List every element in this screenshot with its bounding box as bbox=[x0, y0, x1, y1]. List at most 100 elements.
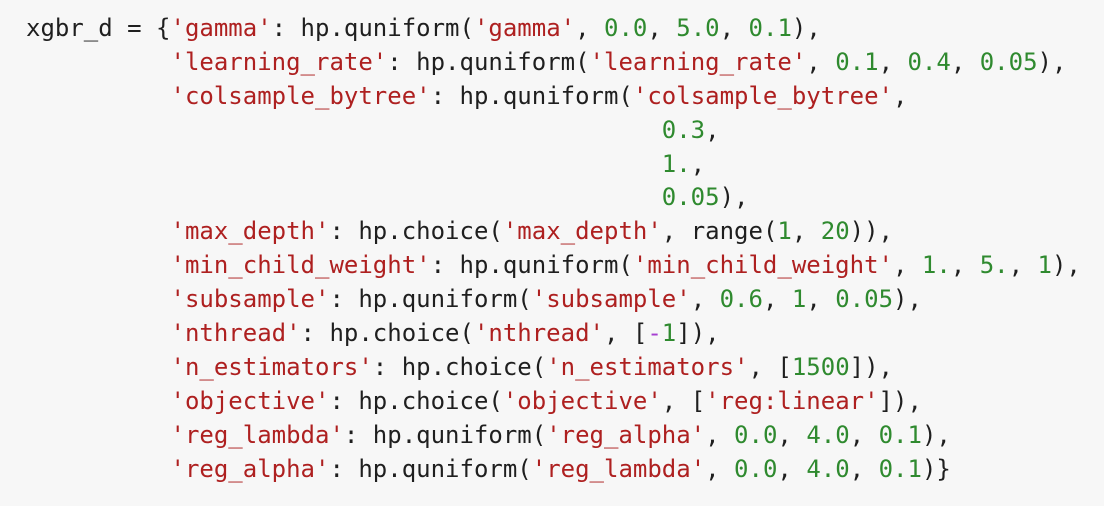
code-text: )), bbox=[849, 217, 894, 246]
code-text: : hp.quniform( bbox=[271, 14, 474, 42]
number-token: 0.6 bbox=[719, 285, 763, 314]
code-text: , range( bbox=[661, 217, 778, 246]
code-text: , bbox=[777, 454, 807, 483]
code-text: , bbox=[950, 251, 980, 280]
code-line: 'learning_rate': hp.quniform('learning_r… bbox=[26, 46, 1104, 80]
code-text: ), bbox=[893, 285, 922, 314]
code-text: ), bbox=[719, 183, 749, 212]
string-token: 'reg:linear' bbox=[705, 386, 879, 415]
code-line: 'reg_alpha': hp.quniform('reg_lambda', 0… bbox=[26, 453, 1104, 487]
string-token: 'reg_lambda' bbox=[170, 420, 344, 449]
string-token: 'colsample_bytree' bbox=[170, 81, 431, 110]
code-line: 0.3, bbox=[26, 114, 1104, 148]
string-token: 'max_depth' bbox=[502, 217, 662, 246]
code-text: xgbr_d = { bbox=[26, 14, 171, 42]
string-token: 'gamma' bbox=[170, 14, 272, 42]
code-text: ]), bbox=[676, 319, 720, 348]
number-token: 0.0 bbox=[734, 454, 778, 483]
code-text: : hp.quniform( bbox=[430, 81, 633, 110]
code-text: : hp.quniform( bbox=[329, 454, 532, 483]
number-token: 1. bbox=[661, 149, 691, 178]
code-line: 'nthread': hp.choice('nthread', [-1]), bbox=[26, 317, 1104, 351]
code-text: , bbox=[950, 47, 980, 76]
string-token: 'subsample' bbox=[531, 285, 691, 314]
code-line: 0.05), bbox=[26, 181, 1104, 215]
string-token: 'reg_alpha' bbox=[546, 420, 706, 449]
number-token: 1 bbox=[1037, 251, 1052, 280]
string-token: 'reg_alpha' bbox=[170, 454, 330, 483]
code-text: : hp.choice( bbox=[329, 386, 503, 415]
code-text: , bbox=[575, 14, 605, 42]
string-token: 'max_depth' bbox=[170, 217, 330, 246]
code-text: ), bbox=[1037, 47, 1067, 76]
string-token: 'colsample_bytree' bbox=[632, 81, 893, 110]
code-line: 'reg_lambda': hp.quniform('reg_alpha', 0… bbox=[26, 419, 1104, 453]
code-text: , bbox=[705, 454, 735, 483]
string-token: 'gamma' bbox=[473, 14, 576, 42]
code-text: : hp.quniform( bbox=[343, 420, 547, 449]
number-token: 20 bbox=[820, 217, 850, 246]
string-token: 'n_estimators' bbox=[546, 352, 749, 381]
number-token: 0.05 bbox=[661, 183, 720, 212]
code-line: xgbr_d = {'gamma': hp.quniform('gamma', … bbox=[26, 12, 1104, 46]
code-text: ), bbox=[791, 14, 821, 42]
code-text: : hp.choice( bbox=[329, 217, 503, 246]
string-token: 'nthread' bbox=[170, 319, 301, 348]
string-token: 'learning_rate' bbox=[589, 47, 807, 76]
code-text: , bbox=[849, 454, 879, 483]
code-text: , bbox=[705, 420, 735, 449]
number-token: 0.0 bbox=[604, 14, 648, 42]
code-line: 'n_estimators': hp.choice('n_estimators'… bbox=[26, 351, 1104, 385]
code-line: 'objective': hp.choice('objective', ['re… bbox=[26, 385, 1104, 419]
number-token: 1 bbox=[791, 285, 807, 314]
code-text: : hp.quniform( bbox=[430, 251, 633, 280]
code-line: 'min_child_weight': hp.quniform('min_chi… bbox=[26, 249, 1104, 283]
code-text: ), bbox=[921, 420, 951, 449]
number-token: 0.1 bbox=[748, 14, 792, 42]
string-token: 'min_child_weight' bbox=[632, 251, 893, 280]
number-token: 4.0 bbox=[806, 420, 850, 449]
string-token: 'n_estimators' bbox=[170, 352, 373, 381]
code-text: ]), bbox=[878, 386, 922, 415]
operator-token: - bbox=[647, 319, 662, 348]
number-token: 0.3 bbox=[661, 115, 706, 144]
code-text: , [ bbox=[661, 386, 706, 415]
number-token: 5. bbox=[979, 251, 1009, 280]
code-text: , bbox=[1008, 251, 1038, 280]
number-token: 0.1 bbox=[878, 454, 922, 483]
number-token: 0.1 bbox=[878, 420, 922, 449]
code-text: , bbox=[705, 115, 720, 144]
code-text: , bbox=[791, 217, 821, 246]
string-token: 'objective' bbox=[170, 386, 330, 415]
number-token: 0.4 bbox=[907, 47, 951, 76]
number-token: 1500 bbox=[791, 352, 850, 381]
string-token: 'nthread' bbox=[473, 319, 604, 348]
code-text: : hp.choice( bbox=[372, 352, 547, 381]
string-token: 'objective' bbox=[502, 386, 662, 415]
code-text: , bbox=[892, 81, 908, 110]
code-text: , bbox=[892, 251, 922, 280]
code-text: ), bbox=[1051, 251, 1081, 280]
number-token: 4.0 bbox=[806, 454, 850, 483]
number-token: 1 bbox=[661, 319, 677, 348]
string-token: 'learning_rate' bbox=[170, 47, 388, 76]
number-token: 1. bbox=[921, 251, 951, 280]
number-token: 0.05 bbox=[835, 285, 894, 314]
code-line: 'colsample_bytree': hp.quniform('colsamp… bbox=[26, 80, 1104, 114]
number-token: 1 bbox=[777, 217, 792, 246]
string-token: 'min_child_weight' bbox=[170, 251, 431, 280]
number-token: 5.0 bbox=[676, 14, 720, 42]
code-text: , bbox=[806, 47, 836, 76]
code-text: , [ bbox=[748, 352, 792, 381]
string-token: 'subsample' bbox=[170, 285, 330, 314]
code-text: , bbox=[690, 285, 720, 314]
code-text: , bbox=[690, 149, 706, 178]
